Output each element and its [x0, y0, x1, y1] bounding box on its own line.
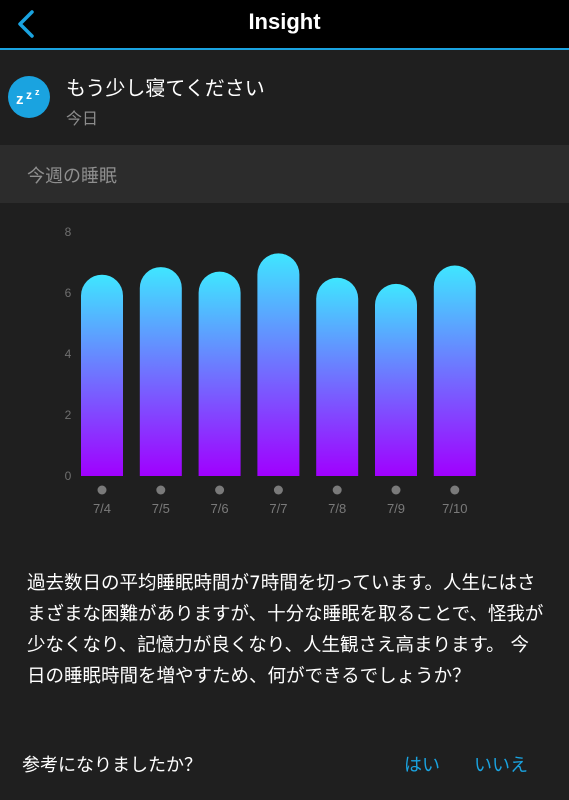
day-dot	[450, 485, 460, 495]
x-tick-label: 7/5	[152, 501, 170, 516]
sleep-bar[interactable]	[198, 271, 241, 476]
page-title: Insight	[248, 9, 321, 34]
y-tick-label: 2	[65, 408, 72, 422]
x-tick-label: 7/10	[442, 501, 467, 516]
feedback-row: 参考になりましたか？ はい いいえ	[0, 745, 569, 785]
day-dot	[215, 485, 225, 495]
sleep-bar[interactable]	[433, 265, 476, 476]
day-dot	[391, 485, 401, 495]
yes-button[interactable]: はい	[404, 751, 440, 777]
sleep-bar[interactable]	[375, 283, 417, 476]
section-title: 今週の睡眠	[27, 166, 117, 187]
top-nav-bar: Insight	[0, 0, 569, 50]
y-tick-label: 8	[65, 225, 72, 239]
zzz-letter-3: z	[35, 87, 40, 97]
day-dot	[332, 485, 342, 495]
feedback-question: 参考になりましたか？	[22, 755, 202, 776]
zzz-letter-2: z	[26, 88, 32, 102]
sleep-chart: 0 2 4 6 8 7/4 7/5 7/6 7/7 7/8 7/9 7/10	[0, 203, 569, 533]
y-tick-label: 4	[65, 347, 72, 361]
zzz-glyph: z z z	[16, 87, 40, 108]
x-tick-label: 7/8	[328, 501, 346, 516]
day-dot	[97, 485, 107, 495]
day-dot	[156, 485, 166, 495]
x-tick-label: 7/9	[387, 501, 405, 516]
zzz-sleep-icon: z z z	[8, 76, 50, 118]
insight-date: 今日	[66, 109, 99, 128]
sleep-bar[interactable]	[139, 267, 182, 476]
y-tick-label: 6	[65, 286, 72, 300]
sleep-chart-svg: 0 2 4 6 8 7/4 7/5 7/6 7/7 7/8 7/9 7/10	[65, 225, 476, 516]
day-dot	[273, 485, 283, 495]
sleep-bar[interactable]	[257, 253, 300, 476]
no-button[interactable]: いいえ	[474, 751, 528, 777]
x-tick-label: 7/4	[93, 501, 111, 516]
x-tick-label: 7/6	[211, 501, 229, 516]
insight-header: z z z もう少し寝てください 今日	[0, 50, 569, 142]
zzz-letter-1: z	[16, 91, 24, 108]
sleep-bar[interactable]	[81, 274, 123, 476]
y-tick-label: 0	[65, 469, 72, 483]
x-tick-label: 7/7	[269, 501, 287, 516]
insight-title: もう少し寝てください	[66, 76, 265, 100]
section-header: 今週の睡眠	[0, 145, 569, 203]
insight-body-text: 過去数日の平均睡眠時間が7時間を切っています。人生にはさまざまな困難がありますが…	[27, 573, 544, 687]
sleep-bar[interactable]	[316, 277, 359, 476]
